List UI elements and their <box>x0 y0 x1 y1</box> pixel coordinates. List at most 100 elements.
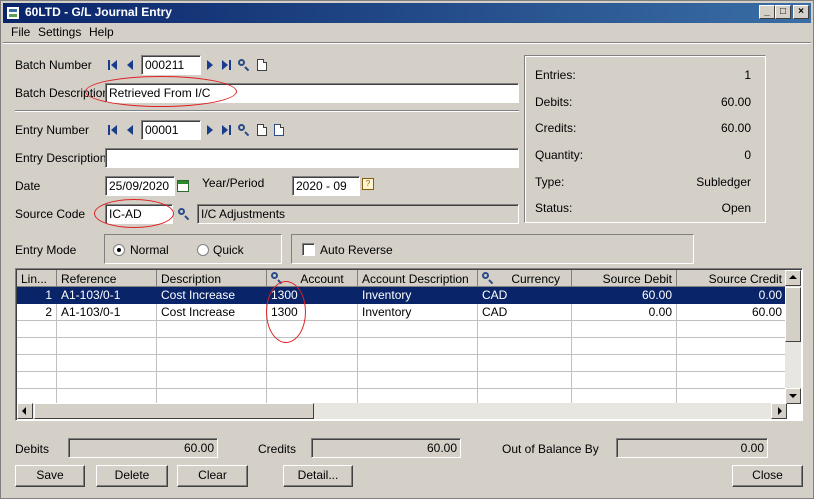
source-code-input[interactable]: IC-AD <box>105 204 173 224</box>
mode-normal-label: Normal <box>130 243 169 257</box>
vertical-scroll-thumb[interactable] <box>785 287 801 342</box>
col-account-description-header[interactable]: Account Description <box>358 270 478 287</box>
cell-description[interactable]: Cost Increase <box>157 287 267 304</box>
close-button[interactable]: Close <box>732 465 803 487</box>
cell-reference[interactable]: A1-103/0-1 <box>57 304 157 321</box>
horizontal-scroll-thumb[interactable] <box>34 403 314 419</box>
col-account-header[interactable]: Account <box>267 270 358 287</box>
entries-value: 1 <box>744 68 751 82</box>
scroll-up-button[interactable] <box>785 270 801 286</box>
source-code-finder-icon[interactable] <box>177 207 191 221</box>
col-reference-header[interactable]: Reference <box>57 270 157 287</box>
new-batch-icon[interactable] <box>257 59 267 71</box>
entry-number-input[interactable]: 00001 <box>141 120 201 140</box>
col-account-label: Account <box>300 272 344 286</box>
year-period-finder-icon[interactable]: ? <box>362 178 374 190</box>
mode-quick-radio[interactable] <box>197 244 209 256</box>
batch-finder-icon[interactable] <box>237 58 251 72</box>
total-debits-label: Debits <box>15 442 50 456</box>
save-button[interactable]: Save <box>15 465 85 487</box>
previous-batch-button[interactable] <box>123 58 137 72</box>
last-batch-button[interactable] <box>220 58 234 72</box>
delete-button[interactable]: Delete <box>96 465 168 487</box>
maximize-button[interactable]: □ <box>775 5 791 19</box>
menu-help[interactable]: Help <box>89 25 114 39</box>
first-batch-button[interactable] <box>107 58 121 72</box>
batch-nav-prev-group <box>107 58 141 72</box>
mode-normal-radio[interactable] <box>113 244 125 256</box>
entries-label: Entries: <box>535 68 576 82</box>
date-input[interactable]: 25/09/2020 <box>105 176 175 196</box>
source-code-label: Source Code <box>15 207 86 221</box>
grid-vertical-scrollbar[interactable] <box>785 270 801 404</box>
quantity-value: 0 <box>744 148 751 162</box>
menu-file[interactable]: File <box>11 25 30 39</box>
cell-account[interactable]: 1300 <box>267 287 358 304</box>
previous-entry-button[interactable] <box>123 123 137 137</box>
minimize-button[interactable]: _ <box>759 5 775 19</box>
cell-currency[interactable]: CAD <box>478 287 572 304</box>
next-entry-button[interactable] <box>204 123 218 137</box>
col-source-credit-header[interactable]: Source Credit <box>677 270 787 287</box>
window-title: 60LTD - G/L Journal Entry <box>25 5 172 19</box>
col-description-header[interactable]: Description <box>157 270 267 287</box>
account-finder-icon[interactable] <box>271 272 285 285</box>
title-bar[interactable]: 60LTD - G/L Journal Entry _ □ × <box>3 3 811 23</box>
entry-description-input[interactable] <box>105 148 519 168</box>
cell-reference[interactable]: A1-103/0-1 <box>57 287 157 304</box>
table-row[interactable]: 1 A1-103/0-1 Cost Increase 1300 Inventor… <box>17 287 788 304</box>
empty-row[interactable] <box>17 355 788 372</box>
summary-panel: Entries: 1 Debits: 60.00 Credits: 60.00 … <box>524 55 766 223</box>
menu-bar: File Settings Help <box>3 24 811 41</box>
cell-source-debit[interactable]: 0.00 <box>572 304 677 321</box>
entry-finder-icon[interactable] <box>237 123 251 137</box>
cell-line[interactable]: 2 <box>17 304 57 321</box>
detail-button[interactable]: Detail... <box>283 465 353 487</box>
type-value: Subledger <box>696 175 751 189</box>
col-currency-label: Currency <box>511 272 561 286</box>
entry-nav-next-group <box>204 123 294 137</box>
status-label: Status: <box>535 201 573 215</box>
scroll-right-button[interactable] <box>771 403 787 419</box>
auto-reverse-checkbox[interactable] <box>302 243 315 256</box>
batch-description-input[interactable]: Retrieved From I/C <box>105 83 519 103</box>
col-line-header[interactable]: Lin... <box>17 270 57 287</box>
scroll-left-button[interactable] <box>17 403 33 419</box>
cell-account[interactable]: 1300 <box>267 304 358 321</box>
empty-row[interactable] <box>17 372 788 389</box>
next-batch-button[interactable] <box>204 58 218 72</box>
cell-description[interactable]: Cost Increase <box>157 304 267 321</box>
year-period-input[interactable]: 2020 - 09 <box>292 176 360 196</box>
last-entry-button[interactable] <box>220 123 234 137</box>
calendar-icon[interactable] <box>177 180 189 192</box>
empty-row[interactable] <box>17 321 788 338</box>
cell-account-description[interactable]: Inventory <box>358 304 478 321</box>
entry-number-label: Entry Number <box>15 123 90 137</box>
grid-horizontal-scrollbar[interactable] <box>17 403 787 419</box>
cell-account-description[interactable]: Inventory <box>358 287 478 304</box>
cell-source-credit[interactable]: 0.00 <box>677 287 787 304</box>
col-source-debit-header[interactable]: Source Debit <box>572 270 677 287</box>
clear-button[interactable]: Clear <box>177 465 248 487</box>
out-of-balance-value: 0.00 <box>616 438 768 458</box>
cell-currency[interactable]: CAD <box>478 304 572 321</box>
close-window-button[interactable]: × <box>793 5 809 19</box>
cell-source-credit[interactable]: 60.00 <box>677 304 787 321</box>
mode-quick-label: Quick <box>213 243 244 257</box>
new-entry-icon[interactable] <box>257 124 267 136</box>
cell-line[interactable]: 1 <box>17 287 57 304</box>
table-row[interactable]: 2 A1-103/0-1 Cost Increase 1300 Inventor… <box>17 304 788 321</box>
col-currency-header[interactable]: Currency <box>478 270 572 287</box>
entry-description-label: Entry Description <box>15 151 107 165</box>
credits-value: 60.00 <box>720 121 751 135</box>
cell-source-debit[interactable]: 60.00 <box>572 287 677 304</box>
currency-finder-icon[interactable] <box>482 272 496 285</box>
first-entry-button[interactable] <box>107 123 121 137</box>
empty-row[interactable] <box>17 338 788 355</box>
scroll-down-button[interactable] <box>785 388 801 404</box>
menu-settings[interactable]: Settings <box>38 25 81 39</box>
copy-entry-icon[interactable] <box>274 124 284 136</box>
batch-number-input[interactable]: 000211 <box>141 55 201 75</box>
total-credits-value: 60.00 <box>311 438 461 458</box>
menu-separator <box>3 42 811 44</box>
